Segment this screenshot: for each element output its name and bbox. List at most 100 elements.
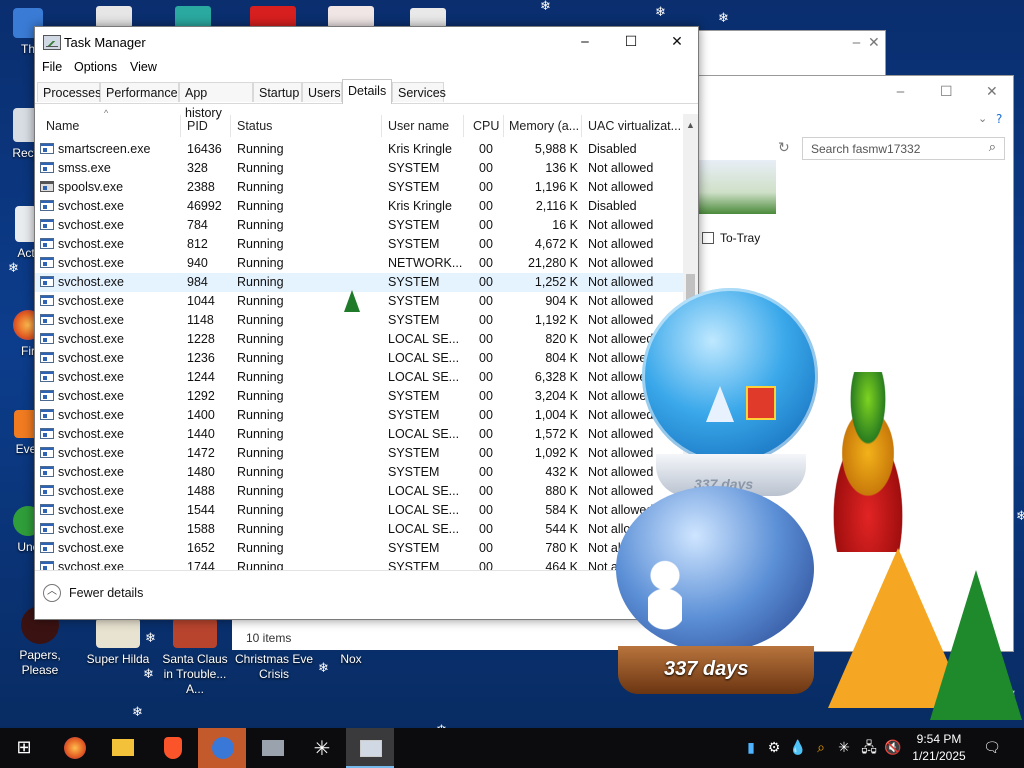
column-memory[interactable]: Memory (a...: [509, 119, 579, 133]
table-row[interactable]: svchost.exe 784 Running SYSTEM 00 16 K Not all…: [35, 216, 683, 235]
column-name[interactable]: Name: [46, 119, 79, 133]
column-divider[interactable]: [180, 115, 181, 137]
taskbar-firefox-button[interactable]: [50, 728, 98, 768]
column-divider[interactable]: [463, 115, 464, 137]
table-row[interactable]: svchost.exe 1228 Running LOCAL SE... 00 820 K…: [35, 330, 683, 349]
column-divider[interactable]: [503, 115, 504, 137]
table-row[interactable]: svchost.exe 1400 Running SYSTEM 00 1,004 K Not…: [35, 406, 683, 425]
menu-view[interactable]: View: [130, 60, 157, 74]
taskbar-app-button[interactable]: [248, 728, 296, 768]
close-button[interactable]: ✕: [654, 27, 700, 57]
table-row[interactable]: svchost.exe 1480 Running SYSTEM 00 432 K Not a…: [35, 463, 683, 482]
desktop-icon-top[interactable]: [410, 8, 446, 28]
column-divider[interactable]: [581, 115, 582, 137]
desktop-icon-label: Fir: [21, 344, 35, 358]
process-name: svchost.exe: [58, 465, 125, 479]
table-row[interactable]: svchost.exe 812 Running SYSTEM 00 4,672 K Not …: [35, 235, 683, 254]
table-row[interactable]: spoolsv.exe 2388 Running SYSTEM 00 1,196 K Not…: [35, 178, 683, 197]
days-counter-label: 337 days: [664, 658, 749, 680]
desktop-icon-santa-claus[interactable]: Santa Claus in Trouble... A...: [156, 618, 234, 697]
to-tray-button[interactable]: To-Tray: [698, 226, 776, 250]
table-row[interactable]: svchost.exe 1244 Running LOCAL SE... 00 6,328…: [35, 368, 683, 387]
tray-search-icon[interactable]: ⌕: [812, 728, 830, 768]
refresh-icon[interactable]: ↻: [778, 140, 790, 156]
chevron-down-icon[interactable]: ⌄: [978, 112, 987, 125]
network-icon[interactable]: 🖧: [858, 728, 880, 768]
tab-performance[interactable]: Performance: [100, 82, 179, 102]
volume-icon[interactable]: 🔇: [882, 728, 904, 768]
process-icon: [40, 295, 54, 306]
taskbar-sparkle-button[interactable]: ✳: [298, 728, 346, 768]
tray-app-icon[interactable]: ▮: [742, 728, 760, 768]
scroll-up-icon[interactable]: ▲: [683, 120, 698, 130]
help-icon[interactable]: ?: [996, 112, 1002, 126]
tray-sparkle-icon[interactable]: ✳: [835, 728, 853, 768]
process-memory: 904 K: [545, 294, 578, 308]
desktop-icon-top[interactable]: [175, 6, 211, 28]
close-icon[interactable]: ✕: [986, 84, 998, 100]
table-row[interactable]: svchost.exe 1236 Running LOCAL SE... 00 804 K…: [35, 349, 683, 368]
minimize-button[interactable]: ‒: [562, 27, 608, 57]
column-uac-virtualization[interactable]: UAC virtualizat...: [588, 119, 681, 133]
fewer-details-link[interactable]: Fewer details: [69, 586, 143, 600]
table-row[interactable]: svchost.exe 1440 Running LOCAL SE... 00 1,572…: [35, 425, 683, 444]
chevron-up-icon[interactable]: ︿: [43, 584, 61, 602]
taskbar-explorer-button[interactable]: [98, 728, 146, 768]
table-row[interactable]: svchost.exe 1544 Running LOCAL SE... 00 584 K…: [35, 501, 683, 520]
table-row[interactable]: svchost.exe 1488 Running LOCAL SE... 00 880 K…: [35, 482, 683, 501]
menu-file[interactable]: File: [42, 60, 62, 74]
maximize-button[interactable]: ☐: [608, 27, 654, 57]
title-bar[interactable]: Task Manager ‒ ☐ ✕: [35, 27, 698, 57]
taskbar-app-button[interactable]: [198, 728, 246, 768]
table-row[interactable]: svchost.exe 46992 Running Kris Kringle 00 2,1…: [35, 197, 683, 216]
column-cpu[interactable]: CPU: [473, 119, 499, 133]
snowflake-icon: ❄: [718, 11, 729, 26]
table-row[interactable]: svchost.exe 1472 Running SYSTEM 00 1,092 K Not…: [35, 444, 683, 463]
task-manager-window[interactable]: Task Manager ‒ ☐ ✕ File Options View Pro…: [34, 26, 699, 620]
table-row[interactable]: svchost.exe 1292 Running SYSTEM 00 3,204 K Not…: [35, 387, 683, 406]
snow-globe-widget[interactable]: 337 days: [640, 288, 822, 504]
explorer-item-count: 10 items: [246, 631, 292, 645]
process-pid: 1544: [187, 503, 215, 517]
desktop-icon-top[interactable]: [96, 6, 132, 28]
desktop-icon-top[interactable]: [328, 6, 374, 28]
desktop-icon-top[interactable]: [250, 6, 296, 28]
tray-app-icon[interactable]: ⚙: [764, 728, 784, 768]
process-pid: 46992: [187, 199, 222, 213]
process-status: Running: [237, 446, 284, 460]
clock-time[interactable]: 9:54 PM: [908, 732, 970, 746]
column-status[interactable]: Status: [237, 119, 272, 133]
tab-users[interactable]: Users: [302, 82, 342, 102]
explorer-search-box[interactable]: Search fasmw17332 ⌕: [802, 137, 1005, 160]
taskbar-task-manager-button[interactable]: [346, 728, 394, 768]
start-button[interactable]: ⊞: [0, 728, 48, 768]
column-divider[interactable]: [381, 115, 382, 137]
table-row[interactable]: svchost.exe1652RunningSYSTEM00780 KNot a…: [35, 539, 683, 558]
tab-processes[interactable]: Processes: [37, 82, 101, 102]
column-user-name[interactable]: User name: [388, 119, 449, 133]
menu-options[interactable]: Options: [74, 60, 117, 74]
notification-icon[interactable]: 🗨: [980, 728, 1004, 768]
clock-date[interactable]: 1/21/2025: [908, 749, 970, 763]
table-row[interactable]: smss.exe 328 Running SYSTEM 00 136 K Not allow…: [35, 159, 683, 178]
maximize-icon[interactable]: ☐: [940, 84, 953, 100]
snow-globe-widget[interactable]: 337 days: [612, 486, 820, 702]
column-pid[interactable]: PID: [187, 119, 208, 133]
tab-services[interactable]: Services: [392, 82, 446, 102]
tab-app-history[interactable]: App history: [179, 82, 253, 120]
table-row[interactable]: svchost.exe 940 Running NETWORK... 00 21,280 …: [35, 254, 683, 273]
background-window[interactable]: ‒ ✕: [697, 30, 886, 78]
tray-drop-icon[interactable]: 💧: [789, 728, 807, 768]
table-row[interactable]: svchost.exe 1588 Running LOCAL SE... 00 544 K…: [35, 520, 683, 539]
process-user: NETWORK...: [388, 256, 463, 270]
table-row[interactable]: smartscreen.exe 16436 Running Kris Kringle 0…: [35, 140, 683, 159]
desktop-icon-super-hilda[interactable]: Super Hilda: [84, 618, 152, 667]
table-row[interactable]: svchost.exe 1148 Running SYSTEM 00 1,192 K Not…: [35, 311, 683, 330]
taskbar-brave-button[interactable]: [148, 728, 196, 768]
tab-startup[interactable]: Startup: [253, 82, 302, 102]
minimize-icon[interactable]: ‒: [852, 35, 861, 51]
minimize-icon[interactable]: ‒: [896, 84, 905, 100]
tab-details[interactable]: Details: [342, 79, 392, 104]
close-icon[interactable]: ✕: [868, 35, 880, 51]
column-divider[interactable]: [230, 115, 231, 137]
